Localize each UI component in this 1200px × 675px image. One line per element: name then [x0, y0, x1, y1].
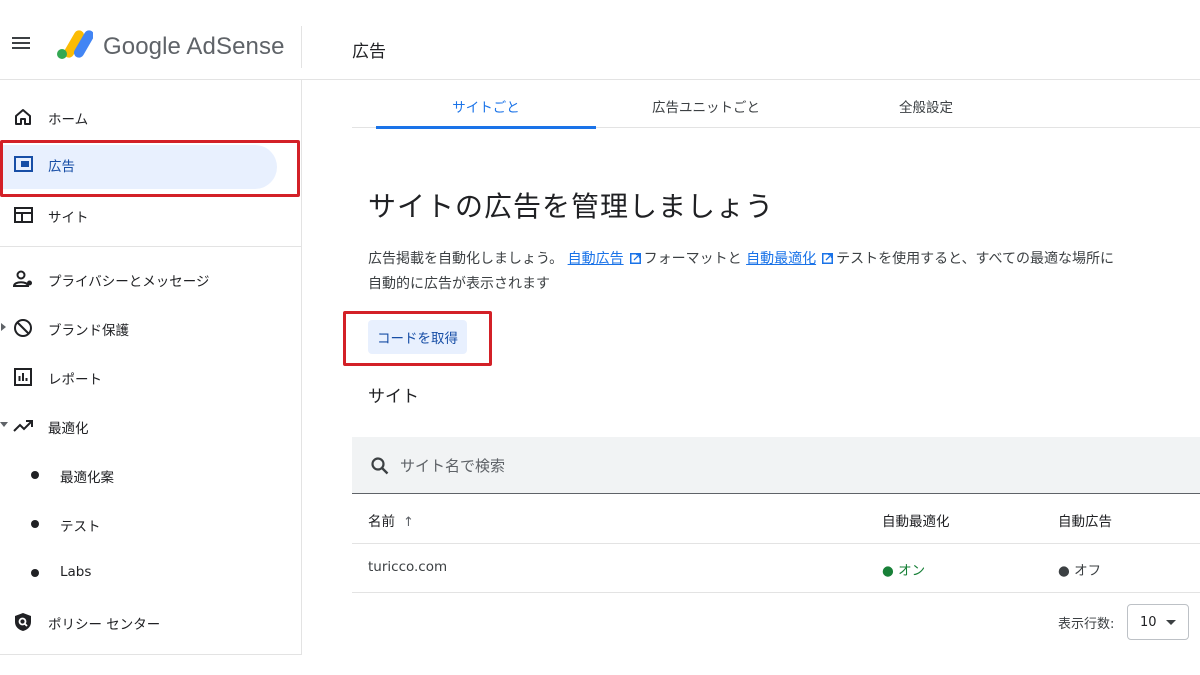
sidebar-item-label: ホーム	[48, 112, 89, 128]
external-link-icon	[822, 253, 834, 264]
rows-per-page-select[interactable]: 10	[1127, 604, 1189, 640]
hamburger-menu-icon[interactable]	[12, 34, 34, 54]
privacy-icon	[12, 270, 32, 287]
top-app-bar: Google AdSense 広告	[0, 0, 1200, 80]
sidebar-item-privacy[interactable]: プライバシーとメッセージ	[0, 258, 302, 298]
sidebar-item-reports[interactable]: レポート	[0, 356, 302, 396]
block-icon	[14, 319, 32, 337]
auto-ads-status: ● オフ	[1058, 563, 1102, 579]
sidebar-item-label: レポート	[48, 372, 102, 388]
sidebar-item-label: 最適化	[48, 421, 89, 437]
sidebar-item-optimization[interactable]: 最適化	[0, 405, 302, 445]
site-search-bar	[352, 437, 1200, 494]
external-link-icon	[629, 253, 641, 264]
bullet-dot	[31, 471, 39, 479]
sidebar-item-ads[interactable]: 広告	[0, 143, 302, 189]
search-icon	[371, 457, 389, 475]
sidebar-item-label: ポリシー センター	[48, 617, 161, 633]
sidebar-divider	[0, 654, 302, 655]
bullet-dot	[31, 520, 39, 528]
page-title: 広告	[352, 42, 386, 62]
bullet-dot	[31, 569, 39, 577]
active-highlight	[0, 145, 277, 189]
rows-per-page-value: 10	[1140, 615, 1157, 630]
sidebar-item-brand-safety[interactable]: ブランド保護	[0, 307, 302, 347]
sidebar-item-labs[interactable]: Labs	[0, 552, 302, 592]
table-divider	[352, 592, 1200, 593]
sidebar: ホーム 広告 サイト プライバシーとメッセージ ブランド保護 レポート 最適化 …	[0, 80, 302, 655]
site-name-cell: turicco.com	[368, 559, 448, 575]
auto-optimize-link[interactable]: 自動最適化	[746, 251, 816, 267]
collapse-caret-icon[interactable]	[0, 422, 8, 428]
expand-caret-icon[interactable]	[1, 323, 7, 331]
column-header-label: 名前	[368, 514, 395, 530]
column-header-name[interactable]: 名前 ↑	[368, 510, 414, 530]
tab-general-settings[interactable]: 全般設定	[816, 82, 1036, 128]
sidebar-item-label: 広告	[48, 159, 75, 175]
sidebar-item-label: Labs	[60, 564, 92, 580]
adsense-logo-icon	[57, 30, 93, 59]
search-input[interactable]	[400, 452, 900, 480]
desc-text: 広告掲載を自動化しましょう。	[368, 251, 564, 267]
sidebar-item-label: 最適化案	[60, 470, 114, 486]
sites-section-title: サイト	[368, 387, 419, 407]
sites-icon	[14, 207, 33, 223]
dropdown-arrow-icon	[1166, 620, 1176, 625]
ads-icon	[14, 156, 33, 172]
auto-ads-link[interactable]: 自動広告	[568, 251, 624, 267]
sidebar-item-opportunities[interactable]: 最適化案	[0, 454, 302, 494]
report-icon	[14, 368, 32, 386]
policy-icon	[15, 613, 31, 631]
tab-bar: サイトごと 広告ユニットごと 全般設定	[352, 82, 1200, 129]
sidebar-item-label: プライバシーとメッセージ	[48, 274, 210, 290]
auto-optimize-status: ● オン	[882, 563, 926, 579]
sidebar-item-label: テスト	[60, 519, 101, 535]
sidebar-item-home[interactable]: ホーム	[0, 96, 302, 136]
trending-up-icon	[13, 420, 33, 432]
sidebar-item-label: ブランド保護	[48, 323, 129, 339]
description: 広告掲載を自動化しましょう。 自動広告 フォーマットと 自動最適化 テストを使用する…	[368, 247, 1118, 297]
tab-by-site[interactable]: サイトごと	[376, 82, 596, 129]
rows-per-page-label: 表示行数:	[1058, 617, 1115, 632]
sidebar-item-experiments[interactable]: テスト	[0, 503, 302, 543]
sidebar-item-policy-center[interactable]: ポリシー センター	[0, 601, 302, 641]
brand-name: Google AdSense	[103, 33, 285, 60]
header-divider	[301, 26, 302, 68]
sort-ascending-icon[interactable]: ↑	[403, 515, 414, 530]
sidebar-item-sites[interactable]: サイト	[0, 194, 302, 234]
sidebar-divider	[0, 246, 302, 247]
tab-by-ad-unit[interactable]: 広告ユニットごと	[596, 82, 816, 128]
sidebar-item-label: サイト	[48, 210, 89, 226]
column-header-auto-optimize: 自動最適化	[882, 514, 950, 530]
column-header-auto-ads: 自動広告	[1058, 514, 1112, 530]
get-code-button[interactable]: コードを取得	[368, 320, 467, 354]
hero-heading: サイトの広告を管理しましょう	[368, 190, 775, 223]
home-icon	[15, 109, 31, 125]
table-divider	[352, 543, 1200, 544]
desc-text: フォーマットと	[643, 251, 742, 267]
